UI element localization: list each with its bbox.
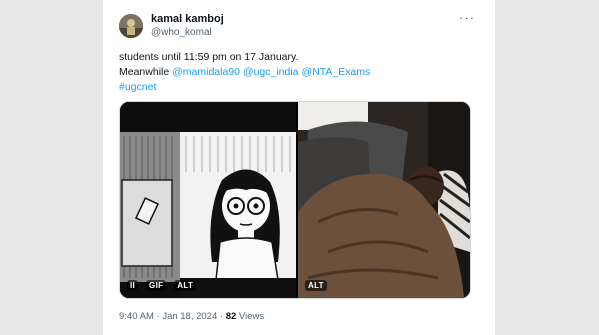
alt-badge-left[interactable]: ALT [174, 280, 197, 291]
gif-badges: II GIF ALT [127, 280, 197, 291]
mention-mamidala90[interactable]: @mamidala90 [172, 66, 240, 78]
tweet-text: students until 11:59 pm on 17 January. M… [119, 50, 479, 95]
author-name[interactable]: kamal kamboj [151, 13, 224, 25]
avatar-image [119, 14, 143, 38]
media-image-sleeping-man[interactable]: ALT [298, 102, 470, 298]
mention-nta-exams[interactable]: @NTA_Exams [301, 66, 370, 78]
hashtag-ugcnet[interactable]: #ugcnet [119, 81, 156, 93]
meta-separator: · [156, 311, 160, 322]
media-gif-cartoon[interactable]: II GIF ALT [120, 102, 296, 298]
more-options-icon[interactable]: ··· [459, 10, 475, 25]
sleeping-man-image [298, 102, 470, 298]
meta-separator-2: · [219, 311, 224, 322]
tweet-line-3: #ugcnet [119, 80, 479, 95]
tweet-line-1: students until 11:59 pm on 17 January. [119, 51, 299, 63]
tweet-date[interactable]: Jan 18, 2024 [162, 311, 217, 322]
views-label: Views [238, 311, 265, 322]
avatar[interactable] [119, 14, 143, 38]
pause-icon[interactable]: II [127, 280, 139, 291]
views-count: 82 [225, 311, 237, 322]
cartoon-girl-image [120, 102, 296, 298]
tweet-card: kamal kamboj @who_komal ··· students unt… [103, 0, 495, 335]
media-grid: II GIF ALT ALT [119, 101, 471, 299]
author-handle[interactable]: @who_komal [151, 27, 212, 38]
tweet-time[interactable]: 9:40 AM [119, 311, 154, 322]
gif-badge: GIF [146, 280, 167, 291]
tweet-line-2: Meanwhile @mamidala90 @ugc_india @NTA_Ex… [119, 65, 479, 80]
image-badges: ALT [305, 280, 327, 291]
tweet-meta: 9:40 AM · Jan 18, 2024 · 82 Views [119, 311, 264, 322]
mention-ugc-india[interactable]: @ugc_india [243, 66, 299, 78]
alt-badge-right[interactable]: ALT [305, 280, 327, 291]
tweet-line-2-prefix: Meanwhile [119, 66, 173, 78]
